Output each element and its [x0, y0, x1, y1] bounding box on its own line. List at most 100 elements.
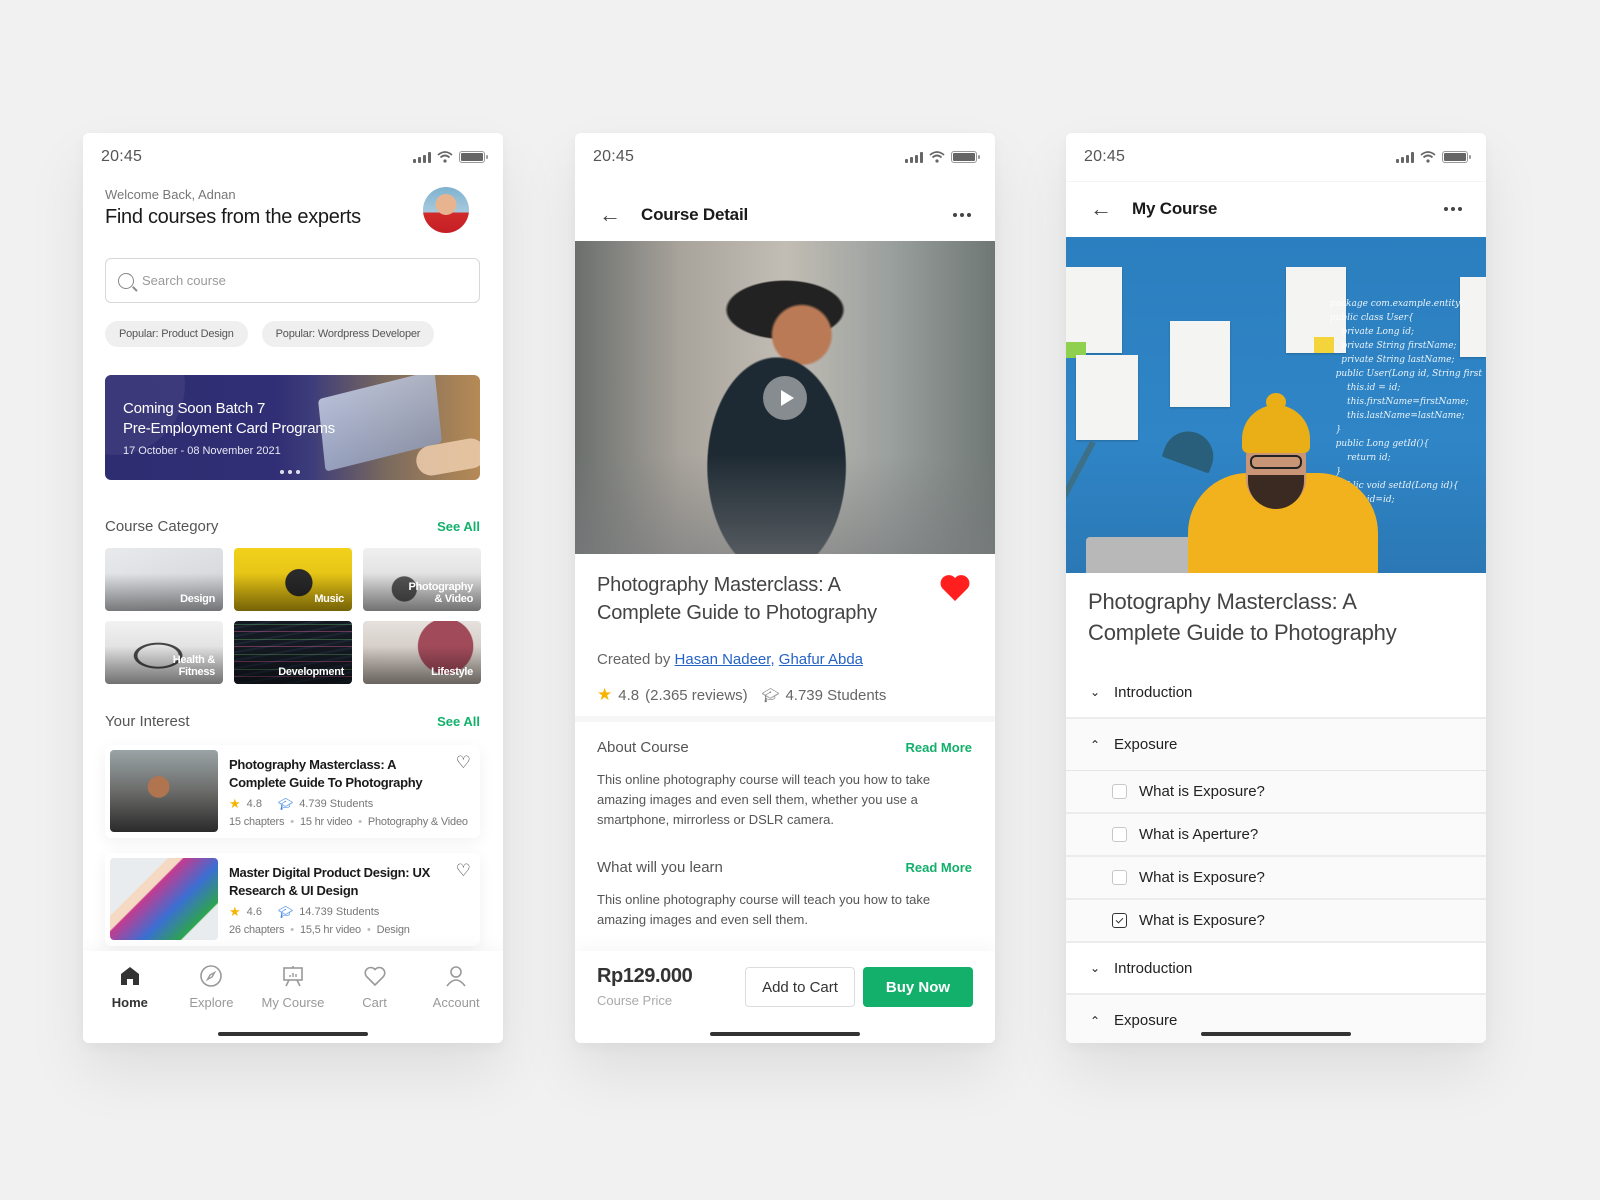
course-chapters: 15 chapters — [229, 816, 285, 828]
chevron-down-icon: ⌄ — [1090, 961, 1101, 975]
section-header[interactable]: ⌄ Introduction — [1066, 667, 1486, 719]
search-input[interactable] — [142, 273, 467, 288]
back-arrow-icon[interactable]: ← — [599, 204, 629, 226]
add-to-cart-button[interactable]: Add to Cart — [745, 967, 855, 1007]
lesson-item[interactable]: What is Exposure? — [1066, 900, 1486, 943]
lesson-checkbox-checked[interactable] — [1112, 913, 1127, 928]
header-divider — [1066, 181, 1486, 182]
tab-label: Cart — [362, 995, 387, 1010]
tab-home[interactable]: Home — [90, 963, 170, 1043]
course-cover-image: package com.example.entity; public class… — [1066, 237, 1486, 573]
category-photography-video[interactable]: Photography & Video — [363, 548, 481, 611]
my-course-screen: 20:45 ← My Course package com.example.en… — [1066, 133, 1486, 1043]
more-options-icon[interactable] — [953, 213, 971, 217]
avatar[interactable] — [423, 187, 469, 233]
tab-explore[interactable]: Explore — [171, 963, 251, 1043]
status-icons — [905, 151, 980, 163]
section-label: Introduction — [1114, 959, 1193, 977]
course-reviews: (2.365 reviews) — [645, 686, 748, 704]
read-more-learn-link[interactable]: Read More — [906, 860, 972, 875]
favorite-heart-icon[interactable]: ♡ — [456, 862, 471, 879]
course-card[interactable]: Master Digital Product Design: UX Resear… — [105, 853, 480, 946]
chevron-up-icon: ⌃ — [1090, 1013, 1101, 1028]
wifi-icon — [437, 151, 453, 163]
tab-my-course[interactable]: My Course — [253, 963, 333, 1043]
block-title: What will you learn — [597, 859, 723, 876]
section-label: Introduction — [1114, 683, 1193, 701]
graduation-cap-icon: 🎓︎ — [277, 905, 294, 919]
battery-icon — [459, 151, 488, 163]
home-indicator[interactable] — [1201, 1032, 1351, 1036]
price-label: Course Price — [597, 993, 673, 1008]
lesson-item[interactable]: What is Exposure? — [1066, 771, 1486, 814]
category-lifestyle[interactable]: Lifestyle — [363, 621, 481, 684]
lesson-item[interactable]: What is Aperture? — [1066, 814, 1486, 857]
section-header[interactable]: ⌃ Exposure — [1066, 719, 1486, 771]
read-more-about-link[interactable]: Read More — [906, 740, 972, 755]
chip-popular-wordpress-developer[interactable]: Popular: Wordpress Developer — [261, 321, 435, 347]
author-link[interactable]: Hasan Nadeer, — [675, 651, 775, 668]
banner-date: 17 October - 08 November 2021 — [123, 445, 281, 457]
course-rating: 4.8 — [618, 686, 640, 704]
category-label: Music — [314, 593, 344, 605]
nav-bar: ← Course Detail — [575, 191, 995, 239]
person-glasses — [1250, 455, 1302, 469]
promo-banner[interactable]: Coming Soon Batch 7 Pre-Employment Card … — [105, 375, 480, 480]
category-label: Design — [180, 593, 215, 605]
heart-icon — [362, 963, 388, 989]
presentation-board-icon — [280, 963, 306, 989]
course-stats: ★ 4.8 (2.365 reviews) 🎓︎ 4.739 Students — [597, 685, 886, 705]
wall-paper — [1170, 321, 1230, 407]
graduation-cap-icon: 🎓︎ — [277, 797, 294, 811]
more-options-icon[interactable] — [1444, 207, 1462, 211]
user-icon — [443, 963, 469, 989]
course-card[interactable]: Photography Masterclass: A Complete Guid… — [105, 745, 480, 838]
carousel-dot[interactable] — [296, 470, 300, 474]
category-health-fitness[interactable]: Health & Fitness — [105, 621, 223, 684]
signal-icon — [413, 151, 431, 163]
buy-now-button[interactable]: Buy Now — [863, 967, 973, 1007]
status-time: 20:45 — [101, 148, 143, 165]
see-all-categories-link[interactable]: See All — [437, 519, 480, 534]
course-category: Photography & Video — [367, 816, 468, 828]
lesson-label: What is Exposure? — [1139, 869, 1265, 886]
chalk-code: package com.example.entity; public class… — [1329, 299, 1482, 505]
author-link[interactable]: Ghafur Abda — [779, 651, 863, 668]
lesson-checkbox[interactable] — [1112, 870, 1127, 885]
lesson-checkbox[interactable] — [1112, 784, 1127, 799]
course-students: 14.739 Students — [299, 906, 380, 918]
home-indicator[interactable] — [710, 1032, 860, 1036]
tab-account[interactable]: Account — [416, 963, 496, 1043]
course-video-thumbnail[interactable] — [575, 241, 995, 554]
category-development[interactable]: Development — [234, 621, 352, 684]
lesson-label: What is Exposure? — [1139, 783, 1265, 800]
favorite-heart-icon[interactable]: ♡ — [456, 754, 471, 771]
laptop — [1086, 537, 1196, 573]
home-icon — [117, 963, 143, 989]
home-indicator[interactable] — [218, 1032, 368, 1036]
see-all-interest-link[interactable]: See All — [437, 714, 480, 729]
course-category: Design — [376, 924, 410, 936]
students-group: 🎓︎ 4.739 Students — [762, 687, 887, 704]
course-meta: ★ 4.6 🎓︎ 14.739 Students — [229, 904, 475, 920]
status-icons — [1396, 151, 1471, 163]
wifi-icon — [929, 151, 945, 163]
graduation-cap-icon: 🎓︎ — [761, 686, 780, 703]
back-arrow-icon[interactable]: ← — [1090, 198, 1120, 220]
search-field[interactable] — [105, 258, 480, 303]
category-music[interactable]: Music — [234, 548, 352, 611]
chip-popular-product-design[interactable]: Popular: Product Design — [105, 321, 248, 347]
tab-cart[interactable]: Cart — [335, 963, 415, 1043]
lesson-checkbox[interactable] — [1112, 827, 1127, 842]
play-icon[interactable] — [763, 375, 807, 420]
search-icon — [118, 272, 134, 289]
carousel-dot[interactable] — [288, 470, 292, 474]
category-design[interactable]: Design — [105, 548, 223, 611]
section-header[interactable]: ⌄ Introduction — [1066, 943, 1486, 995]
wifi-icon — [1420, 151, 1436, 163]
popular-chips: Popular: Product Design Popular: Wordpre… — [105, 321, 435, 347]
lesson-item[interactable]: What is Exposure? — [1066, 857, 1486, 900]
carousel-dot[interactable] — [280, 470, 284, 474]
status-icons — [413, 151, 488, 163]
favorite-heart-filled-icon[interactable] — [939, 573, 971, 603]
